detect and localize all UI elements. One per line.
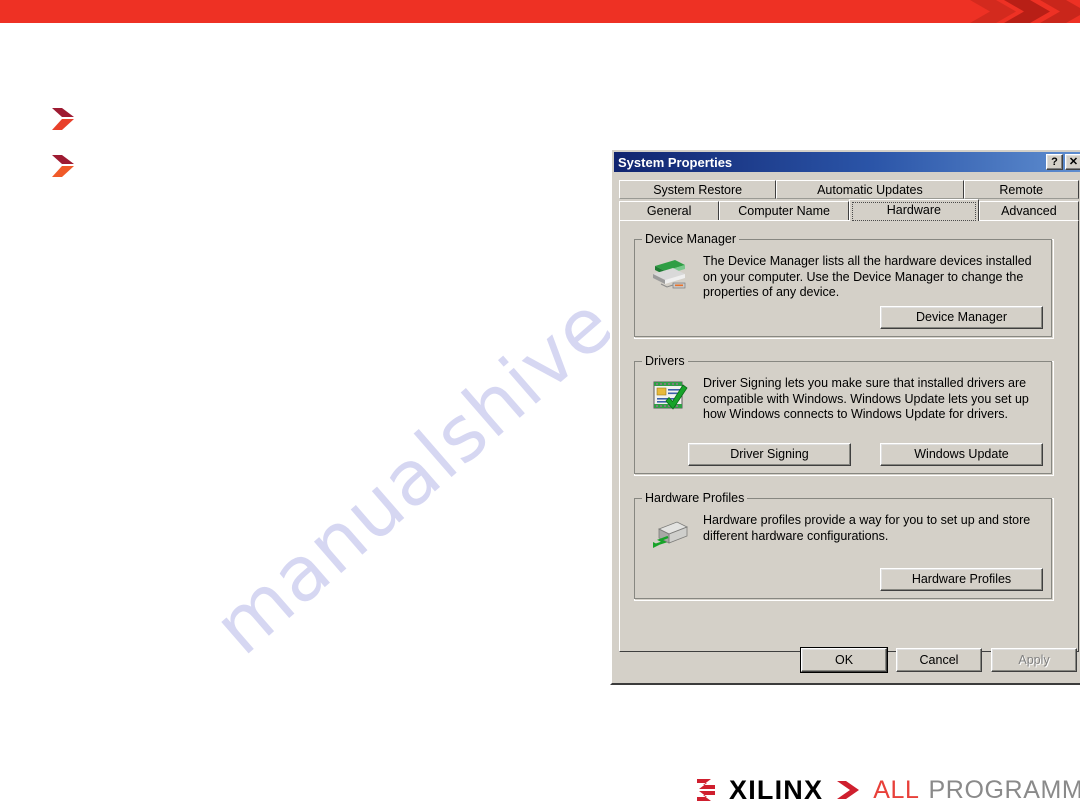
banner-chevron-graphic: [970, 0, 1080, 23]
tab-system-restore[interactable]: System Restore: [619, 180, 777, 199]
driver-signing-button-label: Driver Signing: [730, 447, 809, 461]
apply-button[interactable]: Apply: [991, 648, 1077, 672]
drivers-legend: Drivers: [642, 354, 688, 368]
hardware-profiles-button-label: Hardware Profiles: [911, 572, 1012, 586]
tab-row-2: General Computer Name Hardware Advanced: [619, 199, 1079, 221]
hardware-profiles-description: Hardware profiles provide a way for you …: [703, 513, 1031, 543]
dialog-titlebar[interactable]: System Properties ? ✕: [614, 152, 1080, 172]
tab-computer-name[interactable]: Computer Name: [719, 201, 849, 220]
windows-update-button[interactable]: Windows Update: [880, 443, 1043, 466]
drivers-group: Drivers Driver Signing lets you make sur…: [634, 354, 1054, 476]
tagline-accent: ALL: [873, 775, 920, 804]
ok-button[interactable]: OK: [801, 648, 887, 672]
computer-profile-icon: [649, 513, 691, 553]
tab-automatic-updates[interactable]: Automatic Updates: [776, 180, 964, 199]
dialog-title: System Properties: [618, 154, 733, 170]
cancel-button-label: Cancel: [919, 653, 959, 667]
ok-button-label: OK: [834, 653, 854, 667]
close-button[interactable]: ✕: [1065, 154, 1080, 170]
tab-row-1: System Restore Automatic Updates Remote: [619, 178, 1079, 199]
help-button[interactable]: ?: [1046, 154, 1063, 170]
tab-hardware[interactable]: Hardware: [849, 199, 979, 221]
tab-remote[interactable]: Remote: [963, 180, 1079, 199]
xilinx-mark-icon: [697, 779, 715, 801]
device-manager-group: Device Manager The Device Manager lists …: [634, 232, 1054, 339]
hardware-profiles-button[interactable]: Hardware Profiles: [880, 568, 1043, 591]
xilinx-footer-logo: XILINX ALL PROGRAMMABLE.: [694, 775, 1080, 805]
hardware-profiles-body: Hardware profiles provide a way for you …: [635, 499, 1053, 553]
device-manager-body: The Device Manager lists all the hardwar…: [635, 240, 1053, 301]
tagline-rest: PROGRAMMABLE.: [928, 775, 1080, 804]
hardware-profiles-legend: Hardware Profiles: [642, 491, 748, 505]
device-stack-icon: [649, 254, 691, 294]
bullet-chevron-1-icon: [52, 108, 74, 130]
device-manager-button[interactable]: Device Manager: [880, 306, 1043, 329]
drivers-body: Driver Signing lets you make sure that i…: [635, 362, 1053, 423]
top-red-banner: [0, 0, 1080, 23]
bullet-chevron-2-icon: [52, 155, 74, 177]
device-manager-button-label: Device Manager: [915, 310, 1007, 324]
drivers-description: Driver Signing lets you make sure that i…: [703, 376, 1029, 421]
signed-certificate-icon: [649, 376, 691, 416]
apply-button-label: Apply: [1018, 653, 1050, 667]
tab-advanced[interactable]: Advanced: [978, 201, 1079, 220]
footer-chevron-icon: [837, 781, 860, 799]
system-properties-dialog: System Properties ? ✕ System Restore Aut…: [610, 148, 1080, 685]
cancel-button[interactable]: Cancel: [896, 648, 982, 672]
hardware-tab-panel: Device Manager The Device Manager lists …: [619, 220, 1079, 652]
tab-general[interactable]: General: [619, 201, 720, 220]
tab-strip: System Restore Automatic Updates Remote …: [619, 178, 1079, 221]
device-manager-description: The Device Manager lists all the hardwar…: [703, 254, 1032, 299]
dialog-action-bar: OK Cancel Apply: [612, 648, 1080, 678]
xilinx-wordmark: XILINX: [729, 774, 824, 805]
driver-signing-button[interactable]: Driver Signing: [688, 443, 851, 466]
hardware-profiles-group: Hardware Profiles Hardware profiles prov…: [634, 491, 1054, 601]
tab-hardware-label: Hardware: [886, 203, 941, 217]
windows-update-button-label: Windows Update: [914, 447, 1009, 461]
device-manager-legend: Device Manager: [642, 232, 740, 246]
